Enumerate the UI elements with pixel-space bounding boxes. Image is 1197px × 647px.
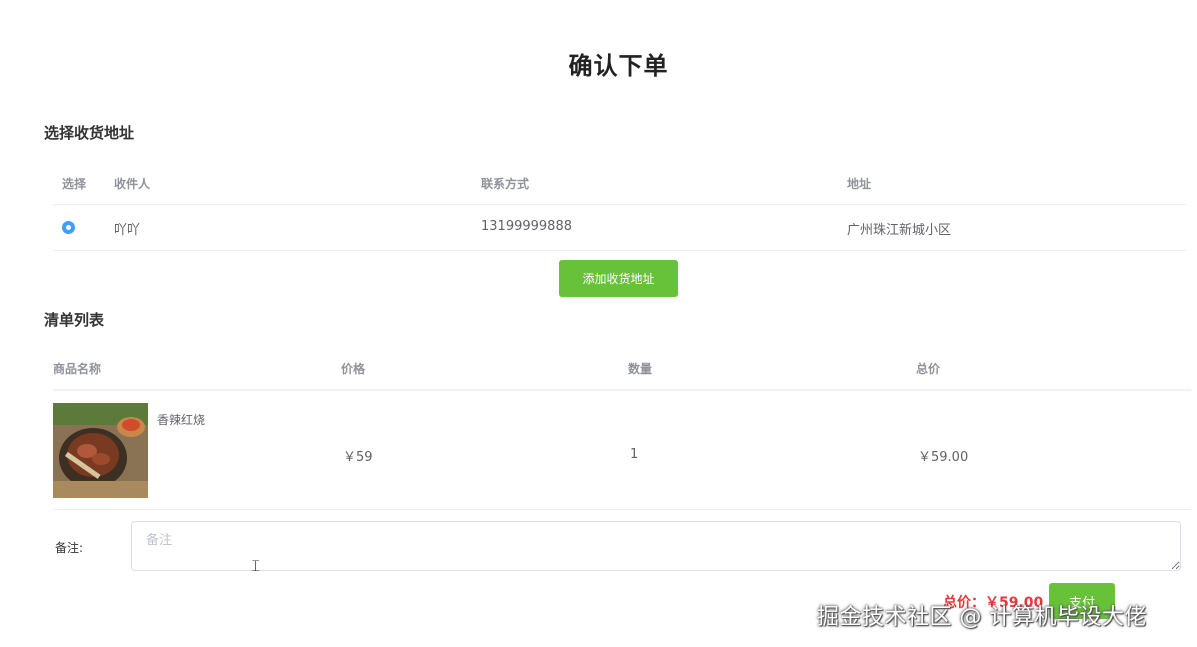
food-photo [53,403,148,498]
remark-input[interactable] [131,521,1181,571]
header-receiver: 收件人 [114,177,151,191]
receiver-phone: 13199999888 [481,219,572,234]
header-select: 选择 [62,177,87,191]
address-section-title: 选择收货地址 [44,124,135,142]
product-name: 香辣红烧 [157,413,206,427]
header-address: 地址 [847,177,872,191]
order-table: 商品名称 价格 数量 总价 香辣红烧 ￥59 1 ￥59.00 [53,347,1191,510]
product-price: ￥59 [343,450,373,465]
address-table-header: 选择 收件人 联系方式 地址 [53,162,1186,205]
order-table-header: 商品名称 价格 数量 总价 [53,347,1191,391]
address-radio[interactable] [62,221,75,234]
add-address-button[interactable]: 添加收货地址 [559,260,678,297]
header-product-name: 商品名称 [53,362,102,376]
header-subtotal: 总价 [916,362,941,376]
header-price: 价格 [341,362,366,376]
header-quantity: 数量 [628,362,653,376]
text-cursor-icon: 𝙸 [250,556,262,575]
receiver-name: 吖吖 [114,223,141,238]
address-row[interactable]: 吖吖 13199999888 广州珠江新城小区 [53,205,1186,251]
header-phone: 联系方式 [481,177,530,191]
page-title: 确认下单 [568,52,669,80]
address-table: 选择 收件人 联系方式 地址 吖吖 13199999888 广州珠江新城小区 [53,162,1186,251]
watermark: 掘金技术社区 @ 计算机毕设大佬 [817,605,1147,630]
product-quantity: 1 [630,447,639,462]
order-section-title: 清单列表 [44,311,105,329]
receiver-address: 广州珠江新城小区 [847,223,952,238]
product-subtotal: ￥59.00 [918,450,969,465]
order-item-row: 香辣红烧 ￥59 1 ￥59.00 [53,391,1191,510]
remark-label: 备注: [55,541,84,555]
